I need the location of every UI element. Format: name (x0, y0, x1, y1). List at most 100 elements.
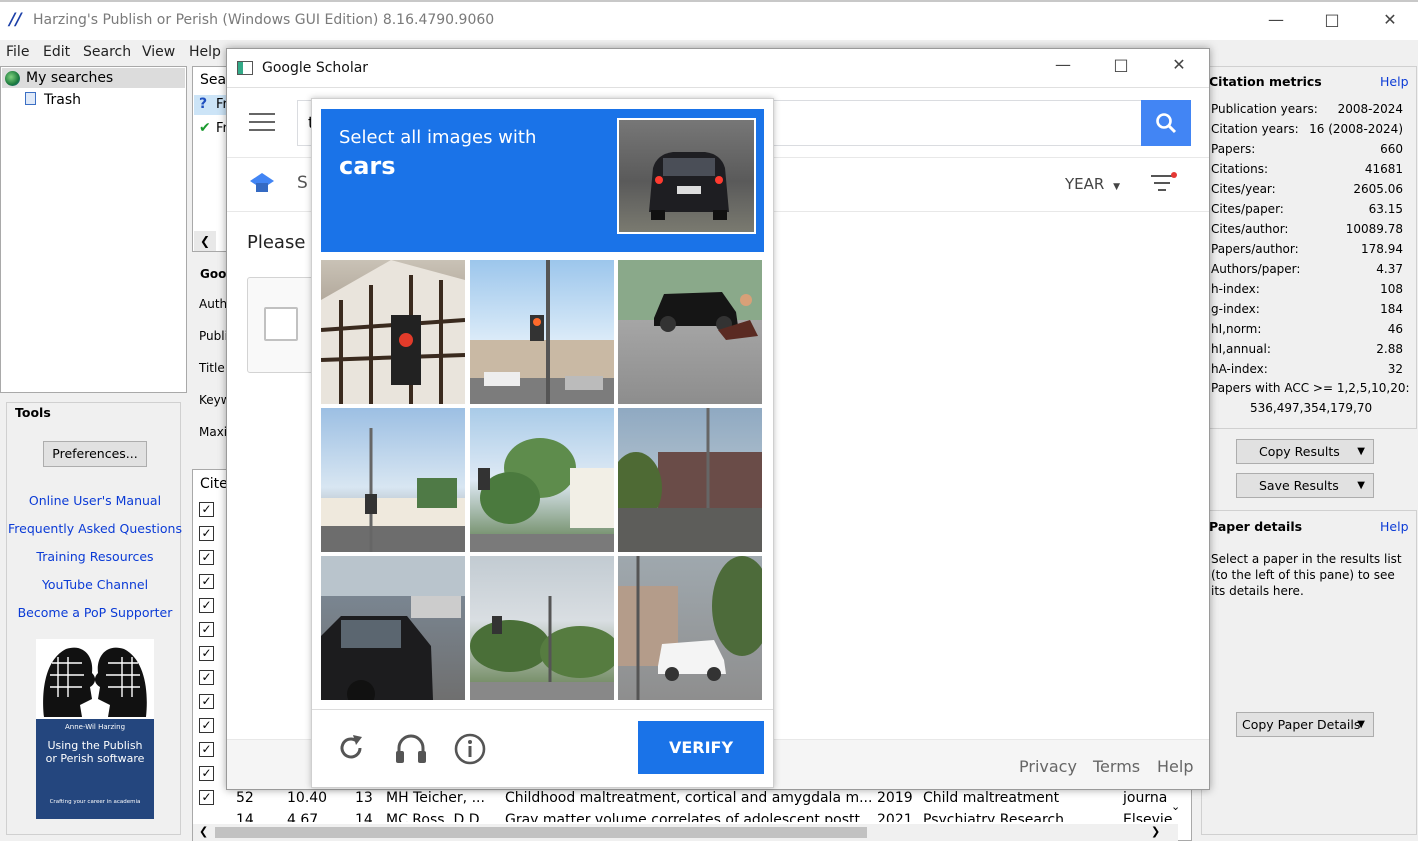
scroll-down-icon[interactable]: ⌄ (1171, 800, 1180, 813)
metric-label: Papers: (1211, 142, 1256, 156)
footer-help-link[interactable]: Help (1157, 757, 1193, 776)
metric-value: 46 (1387, 322, 1403, 336)
menu-file[interactable]: File (6, 44, 29, 60)
menu-view[interactable]: View (142, 44, 175, 60)
tile-image (618, 408, 762, 552)
close-icon[interactable]: ✕ (1370, 10, 1410, 29)
link-online-manual[interactable]: Online User's Manual (7, 493, 183, 508)
copy-results-button[interactable]: Copy Results ▼ (1236, 439, 1374, 464)
row-checkbox[interactable]: ✓ (199, 550, 214, 565)
app-title: Harzing's Publish or Perish (Windows GUI… (33, 12, 495, 28)
tools-panel: Tools Preferences... Online User's Manua… (6, 402, 183, 835)
scroll-left-icon[interactable]: ❮ (194, 231, 216, 251)
metric-row: hI,norm: 46 (1211, 319, 1403, 339)
metric-row: Cites/year: 2605.06 (1211, 179, 1403, 199)
row-checkbox[interactable]: ✓ (199, 526, 214, 541)
year-filter-button[interactable]: YEAR ▼ (1065, 175, 1120, 193)
preferences-button[interactable]: Preferences... (43, 441, 147, 467)
minimize-icon[interactable]: — (1043, 55, 1083, 74)
field-publication-label: Publi (199, 329, 228, 343)
book-cover-image[interactable]: Anne-Wil Harzing Using the Publish or Pe… (36, 639, 154, 819)
row-checkbox[interactable]: ✓ (199, 574, 214, 589)
cell-type: Elsevie (1123, 812, 1173, 822)
row-checkbox[interactable]: ✓ (199, 622, 214, 637)
scholar-search-button[interactable] (1141, 100, 1191, 146)
menu-edit[interactable]: Edit (43, 44, 70, 60)
scholar-tab-label[interactable]: S (297, 173, 308, 193)
tools-title: Tools (15, 405, 51, 420)
audio-headphones-icon[interactable] (394, 732, 428, 764)
caret-down-icon: ▼ (1113, 182, 1121, 192)
table-row[interactable]: 14 4.67 14 MC Ross, D.D... Gray matter v… (193, 812, 1178, 822)
metric-value: 178.94 (1361, 242, 1403, 256)
captcha-tile-5[interactable] (470, 408, 614, 552)
table-row[interactable]: 52 10.40 13 MH Teicher, ... Childhood ma… (193, 788, 1178, 810)
tile-image (470, 438, 614, 552)
maximize-icon[interactable]: □ (1312, 10, 1352, 29)
menu-search[interactable]: Search (83, 44, 131, 60)
metric-row: hI,annual: 2.88 (1211, 339, 1403, 359)
captcha-tile-8[interactable] (470, 556, 614, 700)
captcha-tile-4[interactable] (321, 408, 465, 552)
metric-label: Cites/author: (1211, 222, 1289, 236)
captcha-tile-9[interactable] (618, 556, 762, 700)
horizontal-scrollbar[interactable]: ❮ ❯ (193, 824, 1178, 841)
dropdown-arrow-icon: ▼ (1357, 719, 1365, 730)
captcha-tile-6[interactable] (618, 408, 762, 552)
footer-privacy-link[interactable]: Privacy (1019, 757, 1077, 776)
scroll-right-icon[interactable]: ❯ (1151, 825, 1160, 838)
metrics-help-link[interactable]: Help (1380, 74, 1409, 89)
copy-paper-details-button[interactable]: Copy Paper Details ▼ (1236, 712, 1374, 737)
metric-value: 41681 (1364, 162, 1403, 176)
row-checkbox[interactable]: ✓ (199, 502, 214, 517)
row-checkbox[interactable]: ✓ (199, 646, 214, 661)
row-checkbox[interactable]: ✓ (199, 598, 214, 613)
cell-cites: 52 (236, 790, 254, 806)
row-checkbox[interactable]: ✓ (199, 718, 214, 733)
minimize-icon[interactable]: — (1256, 10, 1296, 29)
captcha-tile-3[interactable] (618, 260, 762, 404)
hamburger-menu-icon[interactable] (249, 113, 275, 131)
metric-value: 184 (1380, 302, 1403, 316)
scrollbar-thumb[interactable] (215, 827, 867, 838)
book-title: Using the Publish or Perish software (45, 739, 145, 765)
link-training[interactable]: Training Resources (7, 549, 183, 564)
footer-terms-link[interactable]: Terms (1093, 757, 1140, 776)
scroll-left-icon[interactable]: ❮ (199, 825, 208, 838)
row-checkbox[interactable]: ✓ (199, 670, 214, 685)
row-checkbox[interactable]: ✓ (199, 694, 214, 709)
question-icon: ? (199, 96, 208, 112)
metric-label: Cites/paper: (1211, 202, 1284, 216)
link-faq[interactable]: Frequently Asked Questions (7, 521, 183, 536)
field-maximum-label: Maxi (199, 425, 228, 439)
tile-image (321, 260, 465, 404)
captcha-tile-2[interactable] (470, 260, 614, 404)
link-supporter[interactable]: Become a PoP Supporter (7, 605, 183, 620)
filter-icon[interactable] (1151, 172, 1177, 191)
info-icon[interactable] (454, 733, 486, 765)
tree-item-trash[interactable]: Trash (23, 90, 163, 110)
tree-item-my-searches[interactable]: My searches (2, 68, 185, 88)
close-icon[interactable]: ✕ (1159, 55, 1199, 74)
captcha-tile-1[interactable] (321, 260, 465, 404)
row-checkbox[interactable]: ✓ (199, 742, 214, 757)
divider (312, 709, 773, 710)
metric-label: Authors/paper: (1211, 262, 1301, 276)
copy-results-label: Copy Results (1259, 444, 1340, 459)
captcha-sample-image (617, 118, 756, 234)
captcha-tile-7[interactable] (321, 556, 465, 700)
recaptcha-checkbox[interactable] (264, 307, 298, 341)
link-youtube[interactable]: YouTube Channel (7, 577, 183, 592)
verify-button[interactable]: VERIFY (638, 721, 764, 774)
app-logo-icon: // (9, 10, 22, 30)
save-results-button[interactable]: Save Results ▼ (1236, 473, 1374, 498)
metric-row: Cites/author: 10089.78 (1211, 219, 1403, 239)
maximize-icon[interactable]: □ (1101, 55, 1141, 74)
cell-authors: MH Teicher, ... (386, 790, 485, 806)
paper-details-help-link[interactable]: Help (1380, 519, 1409, 534)
metrics-title: Citation metrics (1209, 74, 1322, 89)
row-checkbox[interactable]: ✓ (199, 766, 214, 781)
reload-icon[interactable] (336, 733, 366, 763)
metric-value: 10089.78 (1345, 222, 1403, 236)
menu-help[interactable]: Help (189, 44, 221, 60)
